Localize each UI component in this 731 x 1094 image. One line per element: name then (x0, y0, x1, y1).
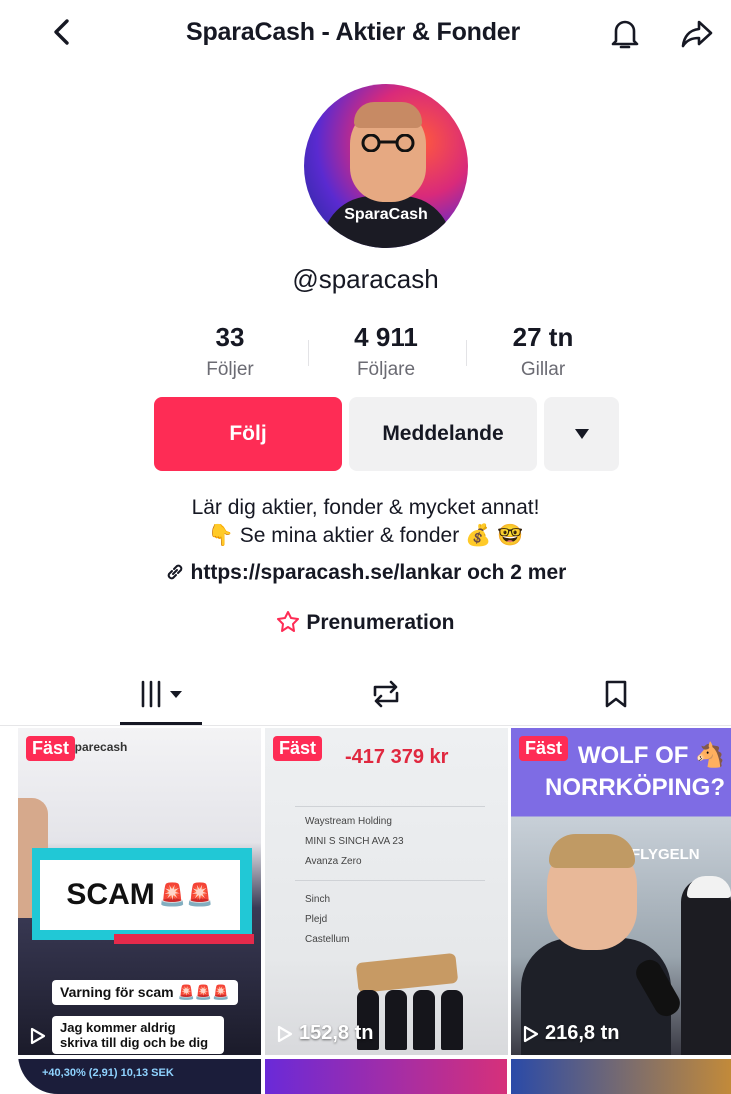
pinned-badge: Fäst (26, 736, 76, 761)
view-count: 216,8 tn (523, 1022, 619, 1045)
followers-count: 4 911 (354, 322, 418, 352)
coffin-figure (355, 952, 459, 994)
notification-bell-button[interactable] (605, 14, 645, 54)
tab-videos[interactable] (140, 674, 190, 714)
bio-line-2-wrapper: 👇 Se mina aktier & fonder 💰 🤓 (0, 522, 731, 550)
more-dropdown-button[interactable] (544, 397, 619, 471)
stat-divider (466, 340, 467, 366)
bio-link-text: https://sparacash.se/lankar och 2 mer (190, 561, 567, 584)
bio-line-2: Se mina aktier & fonder (239, 524, 460, 547)
stat-followers[interactable]: 4 911 Följare (316, 322, 456, 381)
bio-line-1: Lär dig aktier, fonder & mycket annat! (191, 496, 540, 519)
interviewer-figure (681, 878, 731, 1055)
holding-row: Avanza Zero (305, 856, 362, 867)
share-arrow-icon (681, 20, 713, 48)
money-bag-emoji: 💰 (465, 524, 492, 547)
glasses-icon (361, 134, 415, 152)
scam-overlay-text: SCAM (66, 878, 155, 911)
subscription-star-icon (277, 611, 300, 632)
pallbearer-figure (413, 990, 435, 1050)
stat-following[interactable]: 33 Följer (160, 322, 300, 381)
interviewer-cap (687, 876, 731, 898)
chevron-left-icon (54, 19, 69, 45)
point-down-emoji: 👇 (207, 524, 234, 547)
video-tile[interactable] (265, 1059, 507, 1094)
avatar[interactable]: SparaCash (304, 84, 468, 248)
page-title: SparaCash - Aktier & Fonder (186, 18, 521, 46)
view-count: 152,8 tn (277, 1022, 373, 1045)
top-bar: SparaCash - Aktier & Fonder (0, 0, 731, 70)
link-icon (167, 564, 182, 580)
message-button[interactable]: Meddelande (349, 397, 537, 471)
followers-label: Följare (356, 359, 416, 380)
video-caption: Jag kommer aldrig skriva till dig och be… (52, 1016, 224, 1054)
likes-count: 27 tn (512, 322, 574, 352)
pallbearer-figure (441, 990, 463, 1050)
holding-row: Sinch (305, 894, 331, 905)
video-tile[interactable]: +40,30% (2,91) 10,13 SEK (18, 1059, 261, 1094)
bell-icon (611, 20, 639, 49)
likes-label: Gillar (520, 359, 566, 380)
holding-row: MINI S SINCH AVA 23 (305, 836, 404, 847)
bio: Lär dig aktier, fonder & mycket annat! 👇… (0, 494, 731, 550)
video-tile[interactable]: WOLF OF 🐴 NORRKÖPING? FLYGELN Fäst 216,8… (511, 728, 731, 1055)
stat-likes[interactable]: 27 tn Gillar (473, 322, 613, 381)
holding-row: Plejd (305, 914, 328, 925)
pallbearer-figure (385, 990, 407, 1050)
view-count (30, 1027, 52, 1045)
video-tile[interactable]: sparecash SCAM 🚨🚨 Varning för scam 🚨🚨🚨 J… (18, 728, 261, 1055)
holding-row: Castellum (305, 934, 350, 945)
scam-overlay: SCAM 🚨🚨 (40, 860, 240, 930)
divider (295, 880, 485, 881)
divider (295, 806, 485, 807)
avatar-hair (354, 102, 422, 128)
bio-link[interactable]: https://sparacash.se/lankar och 2 mer (0, 561, 731, 585)
video-footer-text: +40,30% (2,91) 10,13 SEK (42, 1067, 174, 1079)
building-sign: FLYGELN (631, 846, 700, 863)
scam-underline (114, 934, 254, 944)
active-tab-indicator (120, 722, 202, 725)
follow-button[interactable]: Följ (154, 397, 342, 471)
view-count-text: 152,8 tn (299, 1022, 374, 1044)
video-caption: Varning för scam 🚨🚨🚨 (52, 980, 238, 1005)
pinned-badge: Fäst (273, 736, 323, 761)
view-count-text: 216,8 tn (545, 1022, 620, 1044)
following-count: 33 (215, 322, 245, 352)
video-tile[interactable]: -417 379 kr Waystream Holding MINI S SIN… (265, 728, 508, 1055)
caret-down-icon (574, 429, 589, 439)
pinned-badge: Fäst (519, 736, 569, 761)
following-label: Följer (206, 359, 254, 380)
profile-screen: SparaCash - Aktier & Fonder SparaCash @s… (0, 0, 731, 1094)
grid-videos-icon (141, 680, 182, 708)
avatar-brand-text: SparaCash (344, 206, 428, 223)
video-headline: WOLF OF 🐴 NORRKÖPING? (545, 742, 725, 801)
video-grid: sparecash SCAM 🚨🚨 Varning för scam 🚨🚨🚨 J… (18, 728, 731, 1094)
repost-icon (373, 680, 399, 708)
video-screen-username: sparecash (68, 740, 128, 754)
video-tile[interactable] (511, 1059, 731, 1094)
nerd-emoji: 🤓 (497, 524, 524, 547)
boy-hair (549, 834, 635, 868)
play-icon (277, 1025, 293, 1042)
share-button[interactable] (677, 14, 717, 54)
subscription-label: Prenumeration (306, 611, 455, 634)
content-tabs (0, 660, 731, 726)
bookmark-icon (605, 680, 627, 708)
stat-divider (308, 340, 309, 366)
back-button[interactable] (44, 14, 80, 50)
username-handle: @sparacash (292, 264, 439, 294)
play-icon (523, 1025, 539, 1042)
tab-reposts[interactable] (366, 674, 406, 714)
portfolio-headline: -417 379 kr (345, 746, 449, 768)
tab-saved[interactable] (596, 674, 636, 714)
play-icon (30, 1027, 46, 1045)
holding-row: Waystream Holding (305, 816, 392, 827)
siren-emoji: 🚨🚨 (158, 882, 214, 907)
subscription-button[interactable]: Prenumeration (0, 610, 731, 635)
